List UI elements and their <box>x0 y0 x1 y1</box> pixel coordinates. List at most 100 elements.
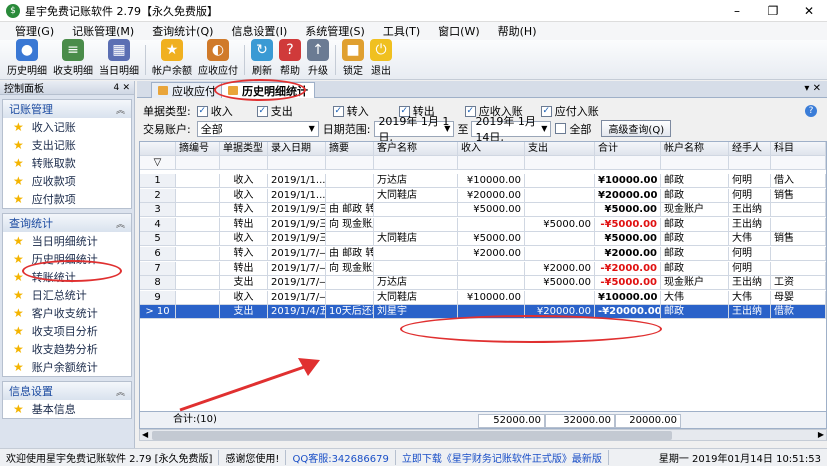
nav-transfer-stats[interactable]: ★ 转账统计 <box>3 268 131 286</box>
table-cell: -¥5000.00 <box>595 276 661 291</box>
menu-manage[interactable]: 管理(G) <box>6 23 63 39</box>
account-select[interactable]: 全部 ▼ <box>196 120 319 137</box>
scroll-left-icon[interactable]: ◀ <box>142 430 148 439</box>
table-row[interactable]: 3 转入2019/1/9/三由 邮政 转入金... ¥5000.00 ¥5000.00… <box>140 203 826 218</box>
type-transfer-in-checkbox[interactable]: ✓ 转入 <box>332 103 369 119</box>
restore-button[interactable]: ❐ <box>755 0 791 22</box>
horizontal-scrollbar[interactable]: ◀ ▶ <box>139 429 827 441</box>
history-grid: 摘编号 单据类型 录入日期 摘要 客户名称 收入 支出 合计 帐户名称 经手人 科目 ▽ 1 收入 2019… <box>139 141 827 429</box>
info-icon[interactable]: ? <box>805 105 817 117</box>
table-row[interactable]: 2 收入 2019/1/1... 大同鞋店 ¥20000.00 ¥20000.00 邮政 何明… <box>140 188 826 203</box>
nav-basic-info[interactable]: ★ 基本信息 <box>3 400 131 418</box>
status-download-link[interactable]: 立即下载《星宇财务记账软件正式版》最新版 <box>396 450 609 465</box>
column-header[interactable]: 摘要 <box>326 142 374 156</box>
income-expense-detail-button[interactable]: ≡ 收支明细 <box>50 39 96 79</box>
table-cell: 10天后还款可... <box>326 305 374 320</box>
table-cell: 何明 <box>729 261 771 276</box>
scroll-right-icon[interactable]: ▶ <box>818 430 824 439</box>
group-header-info-settings[interactable]: 信息设置 ︽ <box>3 382 131 400</box>
nav-history-stats[interactable]: ★ 历史明细统计 <box>3 250 131 268</box>
table-cell: 邮政 <box>661 188 729 203</box>
column-header[interactable]: 科目 <box>771 142 826 156</box>
nav-daily-summary[interactable]: ★ 日汇总统计 <box>3 286 131 304</box>
tab-receivable-payable[interactable]: 应收应付 <box>151 82 223 98</box>
menu-help[interactable]: 帮助(H) <box>489 23 546 39</box>
table-cell <box>326 174 374 188</box>
column-header[interactable]: 摘编号 <box>176 142 220 156</box>
collapse-icon[interactable]: ︽ <box>116 217 125 230</box>
table-row[interactable]: 5 收入 2019/1/9/三 大同鞋店 ¥5000.00 ¥5000.00 邮政 大伟 销售 <box>140 232 826 247</box>
column-header[interactable]: 客户名称 <box>374 142 458 156</box>
control-panel-header: 控制面板 4 ✕ <box>0 81 134 95</box>
nav-daily-stats[interactable]: ★ 当日明细统计 <box>3 232 131 250</box>
menu-info-settings[interactable]: 信息设置(I) <box>222 23 296 39</box>
table-row[interactable]: > 10 支出2019/1/4/五10天后还款可...刘星宇 ¥20000.00-¥… <box>140 305 826 320</box>
table-cell: 借入 <box>771 174 826 188</box>
nav-transfer[interactable]: ★ 转账取款 <box>3 154 131 172</box>
upgrade-button[interactable]: ↑ 升级 <box>304 39 332 79</box>
menu-window[interactable]: 窗口(W) <box>429 23 488 39</box>
type-income-checkbox[interactable]: ✓ 收入 <box>196 103 233 119</box>
total-balance: 20000.00 <box>615 414 681 428</box>
nav-receivables[interactable]: ★ 应收款项 <box>3 172 131 190</box>
table-row[interactable]: 6 转入2019/1/7/—由 邮政 转入金... ¥2000.00 ¥2000.00… <box>140 247 826 261</box>
table-cell: 2019/1/9/三 <box>268 217 326 232</box>
nav-payables[interactable]: ★ 应付款项 <box>3 190 131 208</box>
menu-tools[interactable]: 工具(T) <box>374 23 429 39</box>
panel-close-icon[interactable]: ✕ <box>122 83 130 93</box>
help-button[interactable]: ? 帮助 <box>276 39 304 79</box>
date-to-input[interactable]: 2019年 1月14日, ▼ <box>471 115 552 144</box>
tab-history-stats[interactable]: 历史明细统计 <box>221 82 315 98</box>
nav-balance-stats[interactable]: ★ 账户余额统计 <box>3 358 131 376</box>
nav-income-entry[interactable]: ★ 收入记账 <box>3 118 131 136</box>
type-expense-checkbox[interactable]: ✓ 支出 <box>256 103 293 119</box>
column-header[interactable]: 收入 <box>458 142 525 156</box>
tab-folder-icon <box>228 86 238 95</box>
account-balance-button[interactable]: ★ 帐户余额 <box>149 39 195 79</box>
type-payable-checkbox[interactable]: ✓ 应付入账 <box>540 103 599 119</box>
history-detail-button[interactable]: ● 历史明细 <box>4 39 50 79</box>
scroll-thumb[interactable] <box>152 431 672 440</box>
nav-item-analysis[interactable]: ★ 收支项目分析 <box>3 322 131 340</box>
table-row[interactable]: 9 收入 2019/1/7/— 大同鞋店 ¥10000.00 ¥10000.00 大伟 大伟母… <box>140 290 826 305</box>
table-cell: 邮政 <box>661 305 729 320</box>
refresh-button[interactable]: ↻ 刷新 <box>248 39 276 79</box>
column-header[interactable]: 录入日期 <box>268 142 326 156</box>
close-button[interactable]: ✕ <box>791 0 827 22</box>
table-row[interactable]: 1 收入 2019/1/1... 万达店 ¥10000.00 ¥10000.00 邮政 何明借… <box>140 174 826 188</box>
daily-detail-button[interactable]: ▦ 当日明细 <box>96 39 142 79</box>
collapse-icon[interactable]: ︽ <box>116 385 125 398</box>
minimize-button[interactable]: – <box>719 0 755 22</box>
table-cell: 2019/1/7/— <box>268 276 326 291</box>
status-qq-support[interactable]: QQ客服:342686679 <box>286 450 396 465</box>
nav-trend-analysis[interactable]: ★ 收支趋势分析 <box>3 340 131 358</box>
menu-bookkeeping[interactable]: 记账管理(M) <box>63 23 143 39</box>
column-header[interactable]: 经手人 <box>729 142 771 156</box>
menu-system[interactable]: 系统管理(S) <box>296 23 374 39</box>
column-header[interactable]: 帐户名称 <box>661 142 729 156</box>
menu-query[interactable]: 查询统计(Q) <box>143 23 222 39</box>
lock-button[interactable]: ■ 锁定 <box>339 39 367 79</box>
collapse-icon[interactable]: ︽ <box>116 103 125 116</box>
table-cell <box>326 290 374 305</box>
table-row[interactable]: 7 转出2019/1/7/—向 现金账户 转... ¥2000.00-¥2000.0… <box>140 261 826 276</box>
column-header[interactable] <box>140 142 176 156</box>
nav-customer-stats[interactable]: ★ 客户收支统计 <box>3 304 131 322</box>
tab-close-icon[interactable]: ▾ ✕ <box>804 83 821 94</box>
all-dates-checkbox[interactable]: 全部 <box>555 121 591 137</box>
group-header-bookkeeping[interactable]: 记账管理 ︽ <box>3 100 131 118</box>
advanced-search-button[interactable]: 高级查询(Q) <box>601 120 672 137</box>
exit-button[interactable]: ⏻ 退出 <box>367 39 395 79</box>
table-row[interactable]: 8 支出 2019/1/7/— 万达店 ¥5000.00 -¥5000.00 现金账户 王出纳… <box>140 276 826 291</box>
group-header-query[interactable]: 查询统计 ︽ <box>3 214 131 232</box>
pin-icon[interactable]: 4 <box>114 83 120 93</box>
table-row[interactable]: 4 转出2019/1/9/三向 现金账户 转... ¥5000.00-¥5000.0… <box>140 217 826 232</box>
column-header[interactable]: 单据类型 <box>220 142 268 156</box>
table-cell <box>176 188 220 203</box>
receivable-payable-button[interactable]: ◐ 应收应付 <box>195 39 241 79</box>
table-cell: 2019/1/7/— <box>268 247 326 261</box>
nav-expense-entry[interactable]: ★ 支出记账 <box>3 136 131 154</box>
column-header[interactable]: 支出 <box>525 142 595 156</box>
date-from-input[interactable]: 2019年 1月 1日, ▼ <box>374 115 455 144</box>
column-header[interactable]: 合计 <box>595 142 661 156</box>
